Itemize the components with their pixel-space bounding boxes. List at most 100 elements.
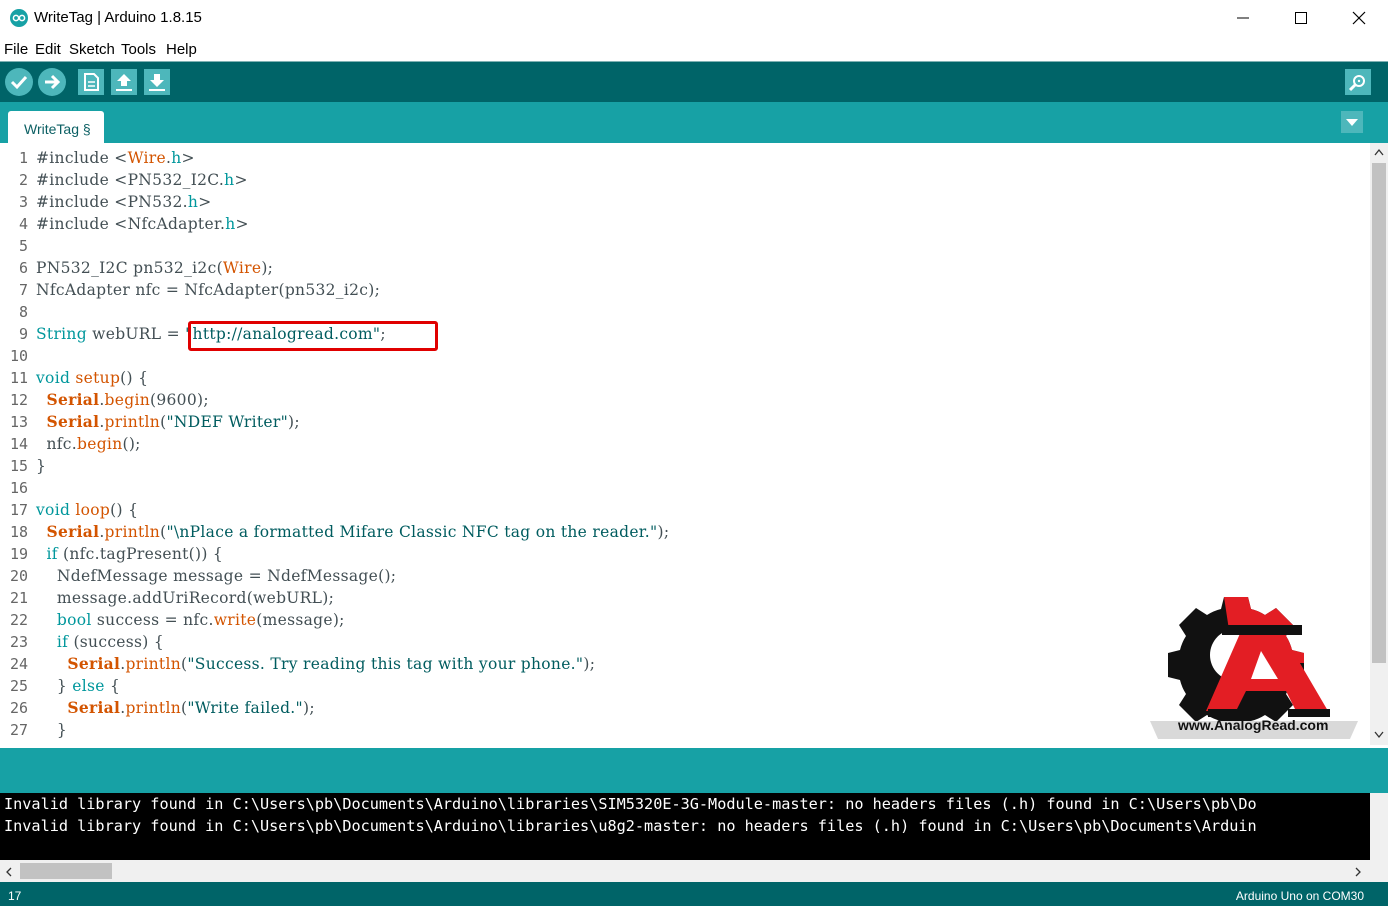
board-port-status: Arduino Uno on COM30 [1235, 889, 1364, 903]
code-line: Serial.begin(9600); [46, 390, 209, 409]
console-line: Invalid library found in C:\Users\pb\Doc… [4, 817, 1257, 835]
upload-button[interactable] [38, 68, 66, 96]
code-line: } else { [36, 677, 121, 695]
line-number: 22 [9, 611, 28, 629]
line-number: 20 [9, 567, 28, 585]
code-line: void loop() { [36, 501, 139, 519]
code-line: Serial.println("\nPlace a formatted Mifa… [46, 522, 670, 541]
tab-writetag[interactable]: WriteTag § [8, 111, 104, 143]
code-line: Serial.println("Success. Try reading thi… [67, 654, 596, 673]
console-vertical-scrollbar[interactable] [1370, 793, 1388, 860]
new-button[interactable] [78, 69, 104, 95]
console-line: Invalid library found in C:\Users\pb\Doc… [4, 795, 1257, 813]
serial-monitor-button[interactable] [1345, 69, 1371, 95]
line-number: 26 [9, 699, 28, 717]
serial-monitor-icon [1348, 75, 1365, 92]
window-title: WriteTag | Arduino 1.8.15 [34, 9, 202, 26]
code-line: nfc.begin(); [46, 435, 141, 453]
logo-watermark-text: www.AnalogRead.com [1178, 717, 1329, 733]
scroll-up-icon [1374, 148, 1384, 156]
line-number: 5 [18, 237, 28, 255]
code-line: #include <Wire.h> [36, 149, 195, 167]
menu-sketch[interactable]: Sketch [69, 41, 115, 58]
line-number: 19 [9, 545, 28, 563]
highlight-box [188, 321, 438, 351]
analogread-logo: www.AnalogRead.com [1150, 585, 1358, 743]
verify-button[interactable] [5, 68, 33, 96]
line-number: 24 [9, 655, 28, 673]
console-horizontal-scrollbar[interactable] [0, 860, 1388, 882]
code-line: #include <PN532.h> [36, 193, 212, 211]
line-number: 6 [18, 259, 28, 277]
close-button[interactable] [1330, 0, 1388, 36]
bottom-status-bar: 17 Arduino Uno on COM30 [0, 882, 1388, 906]
scroll-down-icon [1374, 731, 1384, 739]
tab-label: WriteTag § [24, 121, 91, 137]
tab-strip: WriteTag § [0, 102, 1388, 143]
scroll-left-icon [6, 867, 12, 877]
line-number: 23 [9, 633, 28, 651]
minimize-button[interactable] [1214, 0, 1272, 36]
line-number: 9 [18, 325, 28, 343]
maximize-icon [1295, 12, 1307, 24]
open-button[interactable] [111, 69, 137, 95]
menu-help[interactable]: Help [166, 41, 197, 58]
line-number: 18 [9, 523, 28, 541]
scroll-right-icon [1355, 867, 1361, 877]
code-line: void setup() { [36, 369, 149, 387]
menu-tools[interactable]: Tools [121, 41, 156, 58]
upload-icon [45, 74, 61, 90]
code-line: #include <PN532_I2C.h> [36, 171, 248, 189]
line-number: 2 [18, 171, 28, 189]
scrollbar-thumb[interactable] [20, 863, 112, 879]
code-line: #include <NfcAdapter.h> [36, 215, 249, 233]
line-number: 27 [9, 721, 28, 739]
code-line: message.addUriRecord(webURL); [56, 589, 335, 607]
verify-icon [10, 75, 28, 90]
line-number: 14 [9, 435, 28, 453]
save-icon [149, 74, 165, 91]
console-output: Invalid library found in C:\Users\pb\Doc… [0, 793, 1370, 860]
code-line: Serial.println("Write failed."); [67, 698, 315, 717]
code-line: Serial.println("NDEF Writer"); [46, 412, 300, 431]
line-number: 12 [9, 391, 28, 409]
code-line: } [36, 457, 47, 475]
line-number: 21 [9, 589, 28, 607]
editor-vertical-scrollbar[interactable] [1370, 143, 1388, 745]
scrollbar-thumb[interactable] [1372, 163, 1386, 663]
arduino-app-icon [10, 9, 28, 27]
line-number: 17 [9, 501, 28, 519]
code-line: NfcAdapter nfc = NfcAdapter(pn532_i2c); [36, 281, 381, 299]
line-number: 13 [9, 413, 28, 431]
maximize-button[interactable] [1272, 0, 1330, 36]
code-line: if (nfc.tagPresent()) { [46, 545, 224, 563]
line-number: 7 [18, 281, 28, 299]
title-bar: WriteTag | Arduino 1.8.15 [0, 0, 1388, 36]
message-bar [0, 748, 1388, 793]
open-icon [116, 74, 132, 91]
code-line: NdefMessage message = NdefMessage(); [56, 567, 397, 585]
code-line: PN532_I2C pn532_i2c(Wire); [36, 259, 274, 277]
line-number: 16 [9, 479, 28, 497]
line-number: 8 [18, 303, 28, 321]
close-icon [1352, 11, 1366, 25]
menu-edit[interactable]: Edit [35, 41, 61, 58]
minimize-icon [1237, 17, 1249, 19]
current-line-number: 17 [8, 889, 22, 903]
line-number: 11 [9, 369, 28, 387]
code-line: } [36, 721, 68, 739]
tab-menu-button[interactable] [1341, 111, 1363, 133]
save-button[interactable] [144, 69, 170, 95]
line-number: 10 [9, 347, 28, 365]
new-icon [84, 73, 99, 91]
menu-bar: File Edit Sketch Tools Help [0, 37, 1388, 60]
chevron-down-icon [1346, 119, 1358, 126]
line-number: 3 [18, 193, 28, 211]
code-line: bool success = nfc.write(message); [56, 611, 345, 629]
line-number: 25 [9, 677, 28, 695]
line-number: 15 [9, 457, 28, 475]
line-number: 4 [18, 215, 28, 233]
menu-file[interactable]: File [4, 41, 28, 58]
line-number: 1 [18, 149, 28, 167]
toolbar [0, 61, 1388, 103]
